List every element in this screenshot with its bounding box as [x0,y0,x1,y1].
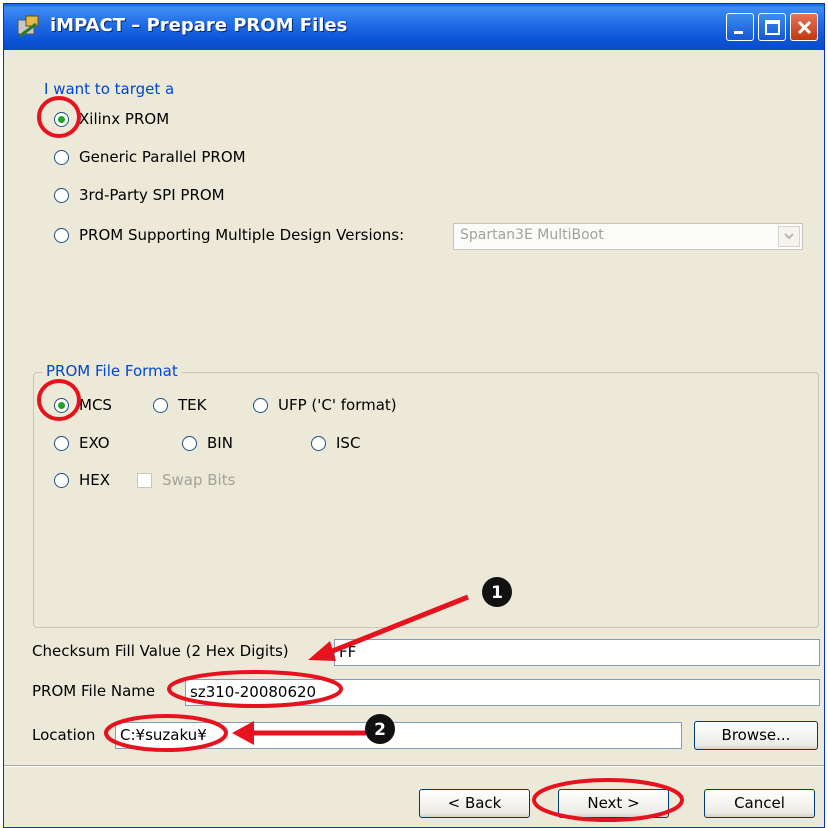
window-title: iMPACT – Prepare PROM Files [50,15,348,36]
dialog-body: I want to target a Xilinx PROM Generic P… [4,50,824,827]
impact-dialog: iMPACT – Prepare PROM Files I want to ta… [3,3,825,828]
radio-mcs-dot[interactable] [54,397,69,413]
radio-multiple-design-versions-dot[interactable] [54,227,69,243]
radio-3rd-party-spi-prom-dot[interactable] [54,187,69,203]
back-button[interactable]: < Back [419,789,530,818]
radio-tek-label: TEK [178,396,207,414]
radio-xilinx-prom-dot[interactable] [54,111,69,127]
swap-bits-label: Swap Bits [162,471,236,489]
button-separator [4,765,824,767]
radio-3rd-party-spi-prom-label: 3rd-Party SPI PROM [79,186,225,204]
radio-mcs[interactable]: MCS [54,396,112,414]
radio-bin[interactable]: BIN [182,434,233,452]
multiboot-dropdown-button[interactable] [778,226,800,247]
location-input[interactable]: C:¥suzaku¥ [115,722,682,749]
radio-ufp[interactable]: UFP ('C' format) [253,396,397,414]
maximize-button[interactable] [758,13,786,41]
radio-ufp-dot[interactable] [253,397,268,413]
chevron-down-icon [784,233,794,240]
close-button[interactable] [790,13,818,41]
radio-ufp-label: UFP ('C' format) [278,396,397,414]
radio-tek[interactable]: TEK [153,396,206,414]
swap-bits-checkbox[interactable]: Swap Bits [137,471,235,489]
radio-isc-label: ISC [336,434,361,452]
title-bar[interactable]: iMPACT – Prepare PROM Files [4,4,824,50]
file-name-input[interactable]: sz310-20080620 [185,679,820,706]
radio-isc-dot[interactable] [311,435,326,451]
close-icon [797,20,812,35]
radio-isc[interactable]: ISC [311,434,360,452]
file-name-label: PROM File Name [32,682,156,700]
radio-bin-label: BIN [207,434,233,452]
format-heading: PROM File Format [42,362,182,380]
browse-button[interactable]: Browse... [694,721,818,750]
maximize-icon [765,20,780,35]
checksum-label: Checksum Fill Value (2 Hex Digits) [32,642,289,660]
radio-generic-parallel-prom[interactable]: Generic Parallel PROM [54,148,246,166]
radio-mcs-label: MCS [79,396,112,414]
location-label: Location [32,726,96,744]
prom-file-format-group [33,372,819,628]
radio-multiple-design-versions[interactable]: PROM Supporting Multiple Design Versions… [54,226,404,244]
target-heading: I want to target a [44,80,175,98]
radio-tek-dot[interactable] [153,397,168,413]
radio-3rd-party-spi-prom[interactable]: 3rd-Party SPI PROM [54,186,225,204]
impact-app-icon [17,15,39,38]
radio-exo-label: EXO [79,434,110,452]
radio-hex[interactable]: HEX [54,471,110,489]
cancel-button[interactable]: Cancel [704,789,815,818]
multiboot-select-value: Spartan3E MultiBoot [460,227,604,243]
radio-exo-dot[interactable] [54,435,69,451]
swap-bits-box[interactable] [137,472,152,488]
radio-xilinx-prom-label: Xilinx PROM [79,110,170,128]
radio-multiple-design-versions-label: PROM Supporting Multiple Design Versions… [79,226,405,244]
radio-bin-dot[interactable] [182,435,197,451]
radio-xilinx-prom[interactable]: Xilinx PROM [54,110,169,128]
radio-generic-parallel-prom-label: Generic Parallel PROM [79,148,246,166]
minimize-icon [734,31,743,34]
radio-hex-label: HEX [79,471,111,489]
next-button[interactable]: Next > [558,789,669,818]
checksum-input[interactable]: FF [334,639,820,666]
minimize-button[interactable] [726,13,754,41]
radio-generic-parallel-prom-dot[interactable] [54,149,69,165]
radio-hex-dot[interactable] [54,472,69,488]
multiboot-select[interactable]: Spartan3E MultiBoot [453,223,803,250]
radio-exo[interactable]: EXO [54,434,110,452]
